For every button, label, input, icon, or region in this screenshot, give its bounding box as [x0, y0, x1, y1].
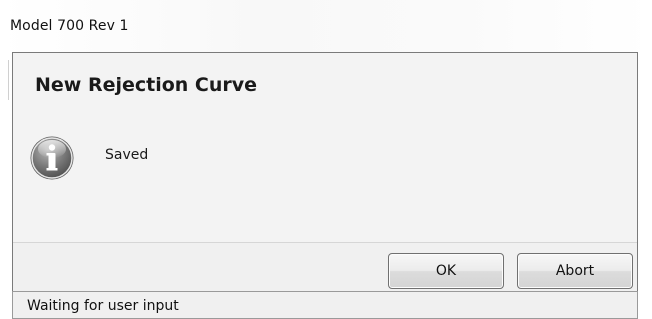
- dialog-content: New Rejection Curve Saved: [13, 53, 637, 243]
- message-dialog: New Rejection Curve Saved OK Abort: [12, 52, 638, 305]
- window-title: Model 700 Rev 1: [10, 18, 129, 34]
- ok-button[interactable]: OK: [388, 253, 504, 289]
- dialog-heading: New Rejection Curve: [35, 74, 258, 96]
- window-edge: [8, 60, 9, 100]
- dialog-message: Saved: [105, 147, 149, 163]
- status-text: Waiting for user input: [27, 298, 179, 314]
- abort-button[interactable]: Abort: [517, 253, 633, 289]
- status-bar: Waiting for user input: [12, 291, 638, 319]
- info-icon: [29, 135, 75, 181]
- dialog-button-strip: OK Abort: [13, 243, 637, 289]
